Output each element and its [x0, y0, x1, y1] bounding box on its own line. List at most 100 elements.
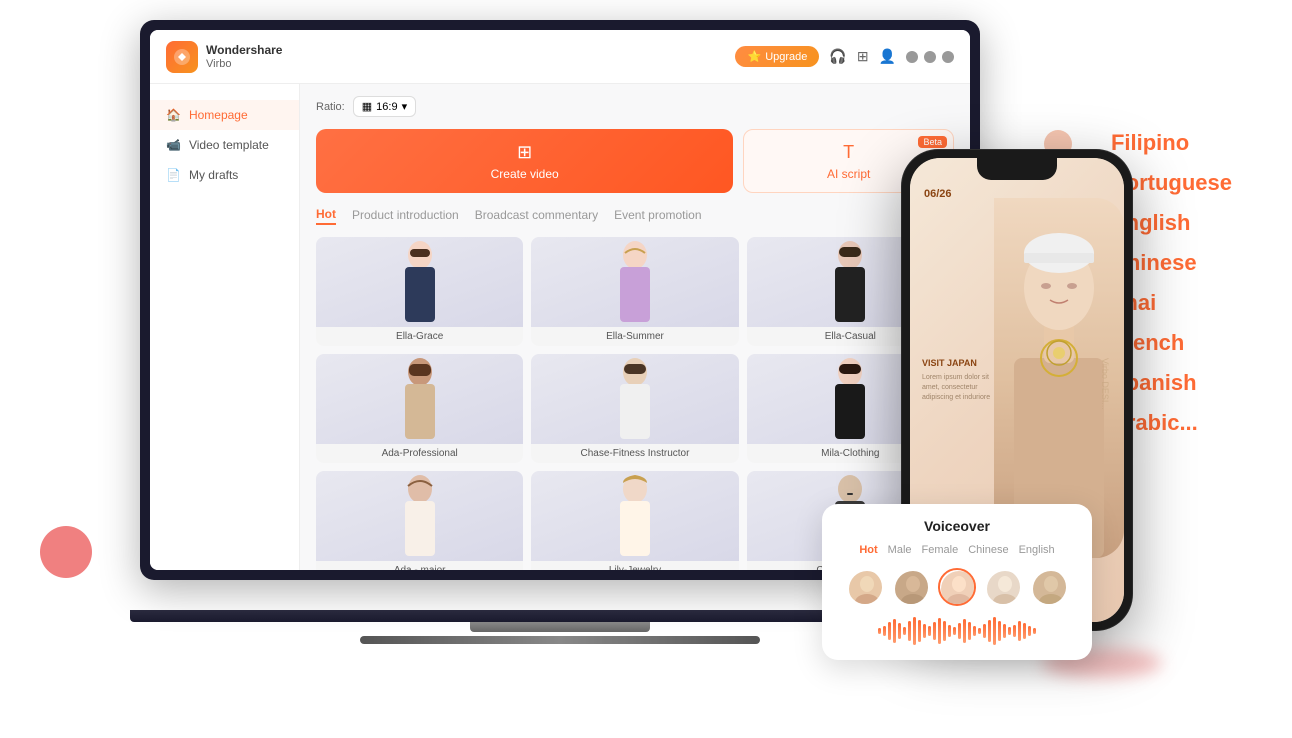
ratio-select[interactable]: ▦ 16:9 ▾: [353, 96, 416, 117]
vo-tab-chinese[interactable]: Chinese: [968, 544, 1008, 556]
vo-avatar-1[interactable]: [846, 568, 884, 606]
ratio-icon: ▦: [362, 100, 372, 113]
waveform-bar: [963, 619, 966, 643]
ratio-bar: Ratio: ▦ 16:9 ▾: [316, 96, 954, 117]
sidebar-my-drafts-label: My drafts: [189, 168, 238, 182]
app-brand-text: Wondershare Virbo: [206, 43, 282, 69]
sidebar-item-my-drafts[interactable]: 📄 My drafts: [150, 160, 299, 190]
tabs-row: Hot Product introduction Broadcast comme…: [316, 207, 954, 225]
avatar-card-ella-summer[interactable]: Ella-Summer: [531, 237, 738, 346]
waveform-bar: [1013, 625, 1016, 637]
avatar-ella-summer-name: Ella-Summer: [531, 327, 738, 346]
vo-avatar-3[interactable]: [938, 568, 976, 606]
main-scene: Filipino Portuguese English Chinese Thai…: [0, 0, 1292, 738]
phone-date: 06/26: [924, 188, 952, 200]
vo-avatar-4[interactable]: [984, 568, 1022, 606]
headphone-icon[interactable]: 🎧: [829, 48, 846, 65]
vo-avatar-img-2: [892, 568, 930, 606]
sidebar-item-homepage[interactable]: 🏠 Homepage: [150, 100, 299, 130]
avatar-card-chase-fitness[interactable]: Chase-Fitness Instructor: [531, 354, 738, 463]
waveform-bar: [878, 628, 881, 634]
voiceover-title: Voiceover: [836, 518, 1078, 534]
waveform-bar: [888, 622, 891, 640]
waveform-bar: [1003, 624, 1006, 638]
vo-tab-male[interactable]: Male: [888, 544, 912, 556]
sidebar-item-video-template[interactable]: 📹 Video template: [150, 130, 299, 160]
action-cards: ⊞ Create video Beta T AI script: [316, 129, 954, 193]
close-button[interactable]: [942, 51, 954, 63]
my-drafts-icon: 📄: [166, 168, 181, 182]
upgrade-label: Upgrade: [765, 51, 807, 63]
vo-tab-hot[interactable]: Hot: [859, 544, 877, 556]
upgrade-star-icon: ⭐: [747, 50, 761, 63]
phone-visit-japan: VISIT JAPAN: [922, 358, 977, 368]
window-controls: [906, 51, 954, 63]
waveform-bar: [958, 623, 961, 639]
waveform-bar: [898, 623, 901, 639]
waveform-bar: [913, 617, 916, 645]
tab-product-intro[interactable]: Product introduction: [352, 208, 459, 224]
ratio-label: Ratio:: [316, 101, 345, 113]
vo-avatar-img-1: [846, 568, 884, 606]
avatar-ella-grace-name: Ella-Grace: [316, 327, 523, 346]
vo-avatar-5[interactable]: [1030, 568, 1068, 606]
sidebar-homepage-label: Homepage: [189, 108, 248, 122]
waveform-bar: [983, 624, 986, 638]
voiceover-avatars: [836, 568, 1078, 606]
ratio-value: 16:9: [376, 101, 397, 113]
avatar-ada-major-name: Ada - major: [316, 561, 523, 570]
tab-hot[interactable]: Hot: [316, 207, 336, 225]
avatar-card-ada-professional[interactable]: Ada-Professional: [316, 354, 523, 463]
upgrade-button[interactable]: ⭐ Upgrade: [735, 46, 819, 67]
phone-virbo-watermark: Virbo DESI...: [1100, 358, 1110, 410]
waveform-bar: [1018, 621, 1021, 641]
ratio-chevron-icon: ▾: [402, 100, 408, 113]
waveform-bar: [903, 627, 906, 635]
waveform-bar: [993, 617, 996, 645]
logo-area: Wondershare Virbo: [166, 41, 282, 73]
waveform-bar: [923, 624, 926, 638]
waveform-bar: [893, 619, 896, 643]
homepage-icon: 🏠: [166, 108, 181, 122]
phone: 06/26 JEWELRY: [902, 150, 1132, 630]
laptop-titlebar: Wondershare Virbo ⭐ Upgrade 🎧 ⊞ 👤: [150, 30, 970, 84]
avatar-card-ada-major[interactable]: Ada - major: [316, 471, 523, 570]
create-video-label: Create video: [491, 167, 559, 181]
waveform-bar: [953, 627, 956, 635]
vo-avatar-2[interactable]: [892, 568, 930, 606]
waveform-bar: [928, 626, 931, 636]
waveform-bar: [978, 628, 981, 634]
sidebar-video-template-label: Video template: [189, 138, 269, 152]
waveform-bar: [998, 621, 1001, 641]
avatar-card-lily-jewelry[interactable]: Lily-Jewelry: [531, 471, 738, 570]
laptop-screen-bezel: Wondershare Virbo ⭐ Upgrade 🎧 ⊞ 👤: [140, 20, 980, 580]
waveform-bar: [1033, 628, 1036, 634]
avatar-chase-fitness-name: Chase-Fitness Instructor: [531, 444, 738, 463]
grid-icon[interactable]: ⊞: [857, 48, 869, 65]
waveform-bar: [943, 621, 946, 641]
waveform-bar: [973, 626, 976, 636]
vo-tab-english[interactable]: English: [1019, 544, 1055, 556]
voiceover-tabs: Hot Male Female Chinese English: [836, 544, 1078, 556]
avatar-ada-professional-name: Ada-Professional: [316, 444, 523, 463]
ai-script-icon: T: [843, 142, 854, 163]
waveform: [836, 616, 1078, 646]
waveform-bar: [908, 621, 911, 641]
vo-tab-female[interactable]: Female: [922, 544, 959, 556]
tab-event[interactable]: Event promotion: [614, 208, 701, 224]
tab-broadcast[interactable]: Broadcast commentary: [475, 208, 598, 224]
deco-circle-bottom: [40, 526, 92, 578]
maximize-button[interactable]: [924, 51, 936, 63]
avatar-card-ella-grace[interactable]: Ella-Grace: [316, 237, 523, 346]
video-template-icon: 📹: [166, 138, 181, 152]
user-icon[interactable]: 👤: [879, 48, 896, 65]
vo-avatar-img-5: [1030, 568, 1068, 606]
waveform-bar: [918, 620, 921, 642]
laptop-foot: [360, 636, 760, 644]
waveform-bar: [938, 618, 941, 644]
create-video-card[interactable]: ⊞ Create video: [316, 129, 733, 193]
minimize-button[interactable]: [906, 51, 918, 63]
app-name: Virbo: [206, 58, 282, 70]
main-content-area: Ratio: ▦ 16:9 ▾ ⊞ Create video: [300, 84, 970, 570]
waveform-bar: [1008, 627, 1011, 635]
